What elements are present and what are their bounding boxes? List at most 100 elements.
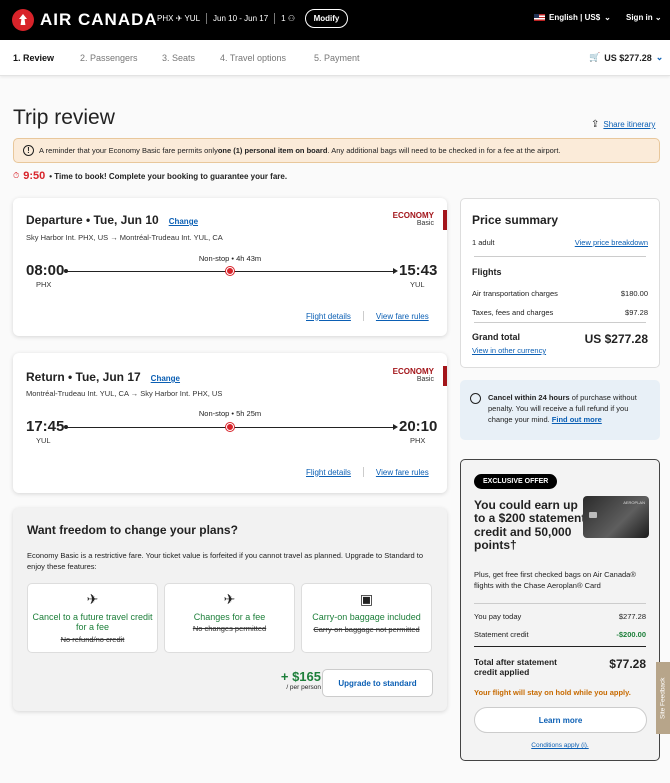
after-credit-label: Total after statement credit applied (474, 657, 557, 677)
step-payment[interactable]: 5. Payment (314, 53, 360, 63)
arrival-airport: YUL (410, 280, 425, 289)
step-passengers[interactable]: 2. Passengers (80, 53, 138, 63)
pay-today-label: You pay today (474, 612, 522, 621)
other-currency-link[interactable]: View in other currency (472, 346, 546, 355)
arrival-airport: PHX (410, 436, 426, 445)
sign-in-label: Sign in (626, 13, 653, 22)
cabin-label: ECONOMY Basic (393, 367, 434, 383)
page-title: Trip review (13, 106, 115, 129)
return-route: Montréal-Trudeau Int. YUL, CA → Sky Harb… (26, 389, 223, 398)
timer-value: 9:50 (23, 170, 46, 182)
hold-note-text: Your flight will stay on hold while you … (474, 688, 631, 697)
flight-duration: Non-stop • 4h 43m (198, 254, 262, 263)
cart-icon: 🛒 (589, 52, 601, 62)
adults-row: 1 adult View price breakdown (472, 238, 648, 247)
flight-details-link[interactable]: Flight details (306, 312, 351, 321)
step-review[interactable]: 1. Review (13, 53, 54, 63)
after-credit-value: $77.28 (609, 657, 646, 671)
feature-strike: No refund/no credit (60, 635, 125, 644)
divider (362, 311, 364, 321)
departure-airport: PHX (36, 280, 52, 289)
fare-rules-link[interactable]: View fare rules (376, 312, 429, 321)
cart-total[interactable]: 🛒 US $277.28 ⌄ (589, 52, 663, 63)
step-travel-options[interactable]: 4. Travel options (220, 53, 286, 63)
pay-today-row: You pay today $277.28 (474, 612, 646, 621)
feature-cancel: ✈ Cancel to a future travel credit for a… (27, 583, 158, 653)
arrow-icon (393, 424, 398, 430)
flights-heading: Flights (472, 267, 648, 277)
modify-button[interactable]: Modify (305, 9, 348, 28)
flight-details-link[interactable]: Flight details (306, 468, 351, 477)
divider (474, 256, 646, 257)
return-title: Return • Tue, Jun 17 Change (26, 370, 180, 384)
statement-credit-value: -$200.00 (616, 630, 646, 639)
baggage-notice: ! A reminder that your Economy Basic far… (13, 138, 660, 163)
chevron-down-icon: ⌄ (655, 52, 664, 62)
grand-total-row: Grand total US $277.28 (472, 332, 648, 346)
cabin-marker (443, 366, 447, 386)
no-plane-icon: ✈ (86, 591, 99, 607)
pay-today-value: $277.28 (618, 612, 646, 621)
air-charges-value: $180.00 (620, 289, 648, 298)
sign-in-button[interactable]: Sign in ⌄ (626, 13, 662, 22)
share-itinerary[interactable]: ⇪ Share itinerary (591, 119, 655, 130)
air-canada-logo[interactable]: AIR CANADA (12, 9, 158, 31)
timer-text: • Time to book! Complete your booking to… (49, 171, 288, 181)
return-title-text: Return • Tue, Jun 17 (26, 370, 141, 384)
after-credit-row: Total after statement credit applied $77.… (474, 657, 646, 677)
taxes-row: Taxes, fees and charges $97.28 (472, 308, 648, 317)
chevron-down-icon: ⌄ (604, 13, 611, 22)
alert-icon: ! (23, 145, 34, 156)
airplane-icon (226, 423, 234, 431)
feature-label: Changes for a fee (193, 612, 266, 622)
flight-duration: Non-stop • 5h 25m (198, 409, 262, 418)
fare-rules-link[interactable]: View fare rules (376, 468, 429, 477)
taxes-value: $97.28 (625, 308, 648, 317)
conditions-link[interactable]: Conditions apply (i). (531, 742, 588, 749)
stopwatch-icon: ⏱ (13, 171, 20, 180)
fare-type: Basic (416, 220, 434, 227)
adults-label: 1 adult (472, 238, 495, 247)
flight-links: Flight details View fare rules (306, 467, 429, 477)
feature-strike: Carry-on baggage not permitted (313, 625, 420, 634)
cancel-bold: Cancel within 24 hours (488, 393, 570, 402)
credit-card-image: AEROPLAN (583, 496, 649, 538)
cancel-policy: Cancel within 24 hours of purchase witho… (460, 380, 660, 440)
arrival-time: 20:10 (399, 418, 438, 435)
divider (474, 322, 646, 323)
air-charges-label: Air transportation charges (472, 289, 558, 298)
departure-time: 17:45 (26, 418, 65, 435)
price-breakdown-link[interactable]: View price breakdown (575, 238, 648, 247)
booking-timer: ⏱ 9:50 • Time to book! Complete your boo… (13, 170, 287, 182)
return-card: Return • Tue, Jun 17 Change Montréal-Trud… (13, 353, 447, 493)
upgrade-title: Want freedom to change your plans? (27, 523, 238, 537)
price-summary-title: Price summary (472, 213, 559, 227)
us-flag-icon (534, 14, 545, 21)
learn-more-button[interactable]: Learn more (474, 707, 647, 733)
fare-type: Basic (416, 376, 434, 383)
airplane-icon (226, 267, 234, 275)
statement-credit-row: Statement credit -$200.00 (474, 630, 646, 639)
departure-title-text: Departure • Tue, Jun 10 (26, 213, 159, 227)
upgrade-button[interactable]: Upgrade to standard (322, 669, 433, 697)
top-bar: AIR CANADA PHX ✈ YUL Jun 10 - Jun 17 1 ⚇… (0, 0, 670, 40)
change-departure-link[interactable]: Change (169, 217, 198, 226)
divider (206, 13, 208, 24)
site-feedback-tab[interactable]: Site Feedback (656, 662, 670, 734)
find-out-more-link[interactable]: Find out more (552, 415, 602, 424)
plane-icon: ✈ (223, 591, 236, 607)
share-icon: ⇪ (591, 119, 600, 130)
share-itinerary-link[interactable]: Share itinerary (603, 120, 655, 129)
departure-route: Sky Harbor Int. PHX, US → Montréal-Trude… (26, 233, 223, 242)
divider (274, 13, 276, 24)
departure-airport: YUL (36, 436, 51, 445)
offer-badge: EXCLUSIVE OFFER (474, 474, 558, 489)
departure-card: Departure • Tue, Jun 10 Change Sky Harbor… (13, 198, 447, 336)
change-return-link[interactable]: Change (151, 374, 180, 383)
divider (362, 467, 364, 477)
feature-label: Carry-on baggage included (312, 612, 421, 622)
language-selector[interactable]: English | US$ ⌄ (534, 13, 611, 22)
step-seats[interactable]: 3. Seats (162, 53, 195, 63)
cart-total-value: US $277.28 (604, 52, 652, 63)
brand-name: AIR CANADA (40, 10, 158, 29)
